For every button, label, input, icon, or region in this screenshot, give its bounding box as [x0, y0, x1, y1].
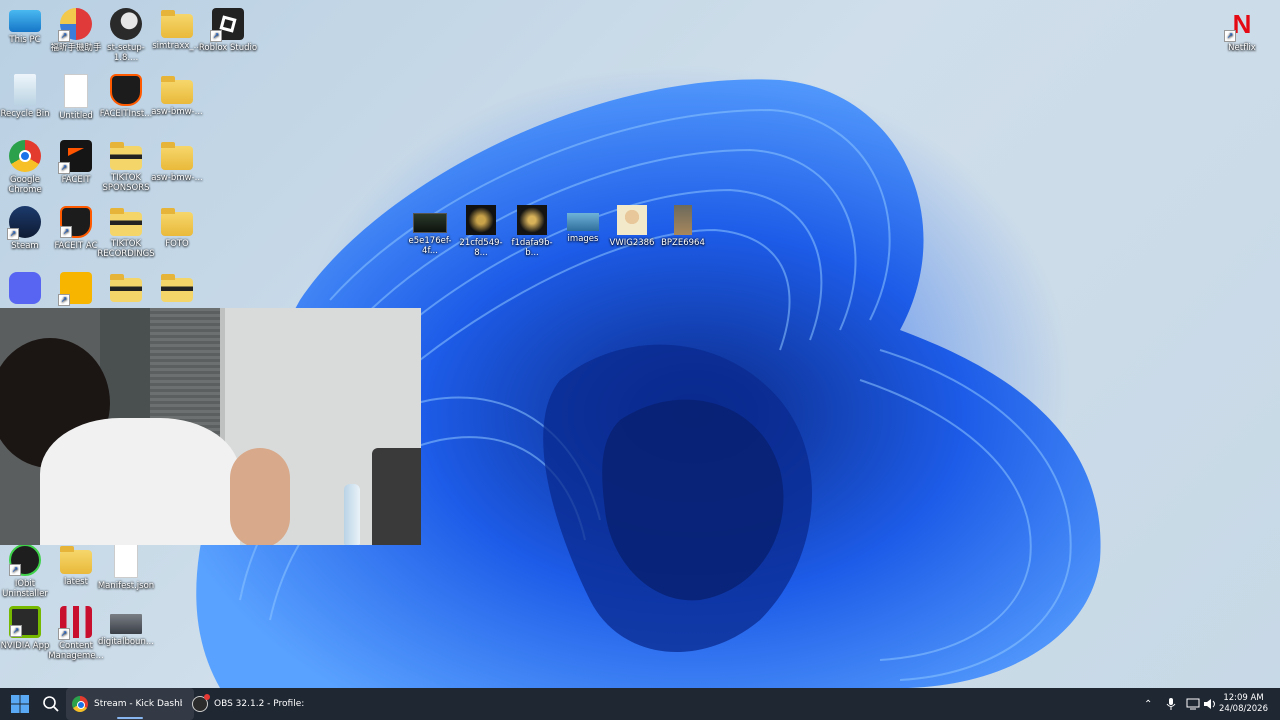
desktop-icon-asw-bmw-2[interactable]: asw-bmw-...	[147, 136, 207, 183]
microphone-icon[interactable]	[1166, 688, 1176, 720]
taskbar-clock[interactable]: 12:09 AM 24/08/2026	[1219, 693, 1268, 715]
faceit-ac-icon	[60, 206, 92, 238]
obs-icon	[192, 694, 210, 712]
webcam-person-shirt	[40, 418, 240, 545]
desktop-icon-manifest[interactable]: Manifest.json	[96, 540, 156, 591]
network-icon[interactable]	[1186, 688, 1200, 720]
folder-icon	[60, 546, 92, 574]
monitor-icon	[9, 10, 41, 32]
desktop-icon-folder-5-4[interactable]	[147, 268, 207, 305]
desktop-icon-digitalboun[interactable]: digitalboun...	[96, 602, 156, 647]
taskbar: Stream - Kick Dashboar OBS 32.1.2 - Prof…	[0, 688, 1280, 720]
image-file-icon	[517, 205, 547, 235]
desktop-icon-label: Roblox Studio	[198, 43, 258, 53]
image-file-icon	[674, 205, 692, 235]
roblox-icon	[210, 8, 244, 42]
folder-icon	[161, 208, 193, 236]
desktop-icon-label: asw-bmw-...	[151, 173, 203, 183]
desktop-icon-label: digitalboun...	[98, 637, 154, 647]
discord-icon	[9, 272, 41, 304]
windows-logo-icon	[11, 695, 29, 713]
chrome-icon	[9, 140, 41, 172]
folder-icon	[161, 142, 193, 170]
taskbar-app-label: OBS 32.1.2 - Profile: Unt	[214, 699, 304, 709]
webcam-laptop	[372, 448, 421, 545]
folder-icon	[110, 142, 142, 170]
faceit-ac-icon	[110, 74, 142, 106]
taskbar-app-chrome[interactable]: Stream - Kick Dashboar	[66, 688, 194, 720]
recycle-bin-icon	[14, 74, 36, 106]
steam-icon	[7, 206, 41, 240]
desktop-file-label: images	[567, 234, 599, 244]
image-file-icon	[110, 614, 142, 634]
start-button[interactable]	[10, 688, 30, 720]
search-button[interactable]	[42, 688, 60, 720]
iobit-icon	[9, 544, 41, 576]
webcam-bottle	[344, 484, 360, 545]
desktop-file-label: VWIG2386	[609, 238, 655, 248]
desktop-file-images[interactable]: images	[557, 205, 609, 244]
tray-overflow-chevron-up-icon[interactable]: ⌃	[1144, 688, 1152, 720]
taskbar-app-label: Stream - Kick Dashboar	[94, 699, 182, 709]
folder-icon	[161, 10, 193, 38]
webcam-overlay	[0, 308, 421, 545]
netflix-logo-glyph: N	[1232, 9, 1252, 39]
desktop-file-e5e176ef[interactable]: e5e176ef-4f...	[404, 205, 456, 256]
desktop-icon-label: Netflix	[1228, 43, 1256, 53]
desktop-icon-netflix[interactable]: N Netflix	[1212, 4, 1272, 53]
clock-time: 12:09 AM	[1223, 693, 1264, 703]
active-indicator	[117, 717, 143, 719]
clock-date: 24/08/2026	[1219, 704, 1268, 714]
search-icon	[43, 696, 59, 712]
desktop-file-f1dafa9b[interactable]: f1dafa9b-b...	[506, 205, 558, 258]
desktop-icon-foto[interactable]: FOTO	[147, 202, 207, 249]
image-file-icon	[567, 213, 599, 231]
document-icon	[114, 544, 138, 578]
folder-icon	[161, 76, 193, 104]
desktop-icon-asw-bmw-1[interactable]: asw-bmw-...	[147, 70, 207, 117]
chrome-icon	[72, 696, 88, 712]
netflix-icon: N	[1224, 8, 1258, 42]
desktop-file-label: BPZE6964	[661, 238, 705, 248]
webcam-person-arm	[230, 448, 290, 545]
volume-icon[interactable]	[1203, 688, 1217, 720]
image-file-icon	[466, 205, 496, 235]
faceit-icon	[58, 140, 92, 174]
desktop-file-bpze6964[interactable]: BPZE6964	[657, 205, 709, 248]
image-file-icon	[617, 205, 647, 235]
desktop-file-label: 21cfd549-8...	[459, 238, 503, 258]
document-icon	[64, 74, 88, 108]
image-file-icon	[413, 213, 447, 233]
desktop-file-label: e5e176ef-4f...	[408, 236, 452, 256]
nvidia-icon	[9, 606, 41, 638]
folder-icon	[110, 208, 142, 236]
steam-setup-icon	[110, 8, 142, 40]
desktop-icon-label: asw-bmw-...	[151, 107, 203, 117]
app-icon	[58, 8, 92, 42]
rockstar-icon	[58, 272, 92, 306]
desktop-icon-label: Manifest.json	[97, 581, 155, 591]
folder-icon	[161, 274, 193, 302]
desktop-icon-label: FOTO	[165, 239, 189, 249]
desktop-icon-roblox-studio[interactable]: Roblox Studio	[198, 4, 258, 53]
desktop-file-label: f1dafa9b-b...	[511, 238, 553, 258]
desktop-file-vwig2386[interactable]: VWIG2386	[606, 205, 658, 248]
folder-icon	[110, 274, 142, 302]
desktop-file-21cfd549[interactable]: 21cfd549-8...	[455, 205, 507, 258]
taskbar-app-obs[interactable]: OBS 32.1.2 - Profile: Unt	[186, 688, 314, 720]
content-manager-icon	[58, 606, 92, 640]
